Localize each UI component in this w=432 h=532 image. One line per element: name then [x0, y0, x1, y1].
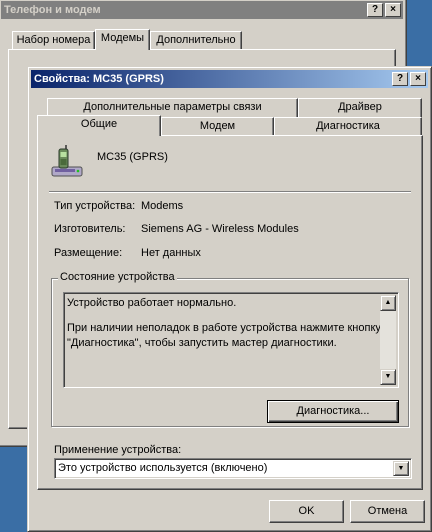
- device-status-textbox[interactable]: Устройство работает нормально. При налич…: [63, 292, 399, 388]
- location-label: Размещение:: [54, 247, 123, 259]
- chevron-down-icon[interactable]: ▼: [393, 461, 409, 476]
- status-line-3: "Диагностика", чтобы запустить мастер ди…: [67, 337, 337, 349]
- tab-driver[interactable]: Драйвер: [298, 98, 422, 117]
- scroll-up-arrow-icon[interactable]: ▲: [380, 295, 396, 311]
- general-tab-panel: MC35 (GPRS) Тип устройства: Modems Изгот…: [37, 135, 423, 490]
- diagnostics-button[interactable]: Диагностика...: [267, 400, 399, 423]
- device-usage-value: Это устройство используется (включено): [58, 462, 268, 474]
- tab-modems[interactable]: Модемы: [95, 29, 150, 50]
- back-close-button[interactable]: ×: [385, 3, 401, 17]
- tab-diagnostics[interactable]: Диагностика: [274, 117, 422, 136]
- device-type-label: Тип устройства:: [54, 200, 136, 212]
- manufacturer-value: Siemens AG - Wireless Modules: [141, 223, 299, 235]
- close-button[interactable]: ×: [410, 72, 426, 86]
- cancel-button[interactable]: Отмена: [350, 500, 425, 523]
- properties-title-bar[interactable]: Свойства: MC35 (GPRS) ? ×: [31, 70, 428, 88]
- device-name: MC35 (GPRS): [97, 151, 168, 163]
- properties-title: Свойства: MC35 (GPRS): [34, 73, 164, 85]
- tab-advanced[interactable]: Дополнительно: [150, 31, 242, 50]
- scroll-down-arrow-icon[interactable]: ▼: [380, 369, 396, 385]
- help-button[interactable]: ?: [392, 72, 408, 86]
- status-line-1: Устройство работает нормально.: [67, 297, 237, 309]
- tab-modem[interactable]: Модем: [161, 117, 274, 136]
- phone-modem-icon: [49, 145, 85, 179]
- phone-modem-title-bar[interactable]: Телефон и модем ? ×: [1, 1, 403, 19]
- manufacturer-label: Изготовитель:: [54, 223, 126, 235]
- header-separator: [49, 191, 411, 193]
- back-help-button[interactable]: ?: [367, 3, 383, 17]
- phone-modem-title: Телефон и модем: [4, 4, 101, 16]
- location-value: Нет данных: [141, 247, 201, 259]
- tab-general[interactable]: Общие: [37, 115, 161, 136]
- properties-dialog: Свойства: MC35 (GPRS) ? × Дополнительные…: [27, 66, 432, 532]
- device-type-value: Modems: [141, 200, 184, 212]
- status-line-2: При наличии неполадок в работе устройств…: [67, 322, 381, 334]
- device-status-group-label: Состояние устройства: [58, 271, 177, 283]
- status-scrollbar[interactable]: ▲ ▼: [380, 295, 396, 385]
- tab-dialing[interactable]: Набор номера: [12, 31, 95, 50]
- ok-button[interactable]: OK: [269, 500, 344, 523]
- device-usage-select[interactable]: Это устройство используется (включено) ▼: [54, 458, 412, 479]
- device-usage-label: Применение устройства:: [54, 444, 182, 456]
